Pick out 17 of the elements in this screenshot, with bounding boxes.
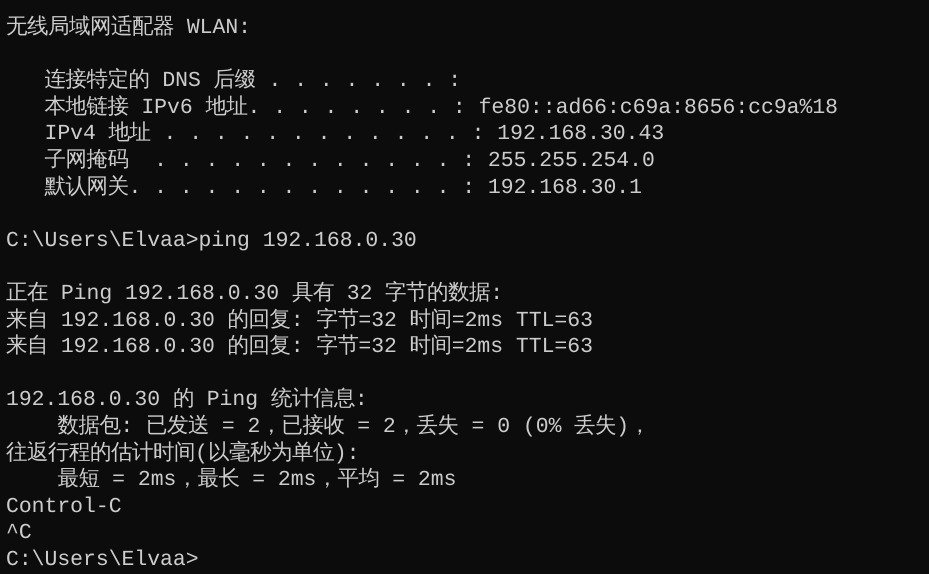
console-line: 无线局域网适配器 WLAN: [6,15,252,42]
console-line: 往返行程的估计时间(以毫秒为单位): [6,440,360,467]
console-line: 最短 = 2ms，最长 = 2ms，平均 = 2ms [56,467,456,494]
console-line: 数据包: 已发送 = 2，已接收 = 2，丢失 = 0 (0% 丢失)， [56,414,650,440]
console-line: C:\Users\Elvaa> [6,546,199,574]
console-line: 正在 Ping 192.168.0.30 具有 32 字节的数据: [6,280,504,308]
console-line: 默认网关. . . . . . . . . . . . . : 192.168.30.1 [44,174,642,202]
console-line: Control-C [6,494,122,520]
console-line: C:\Users\Elvaa>ping 192.168.0.30 [6,228,417,254]
console-line: 来自 192.168.0.30 的回复: 字节=32 时间=2ms TTL=63 [6,334,593,361]
console-line: 子网掩码 . . . . . . . . . . . . : 255.255.254.0 [44,148,655,175]
console-line: 192.168.0.30 的 Ping 统计信息: [6,387,368,414]
console-line: 连接特定的 DNS 后缀 . . . . . . . : [44,68,462,95]
console-line: ^C [6,520,32,547]
console-line: IPv4 地址 . . . . . . . . . . . . : 192.168.30.43 [44,121,664,148]
console-line: 来自 192.168.0.30 的回复: 字节=32 时间=2ms TTL=63 [6,308,593,334]
console-line: 本地链接 IPv6 地址. . . . . . . . : fe80::ad66:c69a:8656:cc9a%18 [44,94,838,121]
